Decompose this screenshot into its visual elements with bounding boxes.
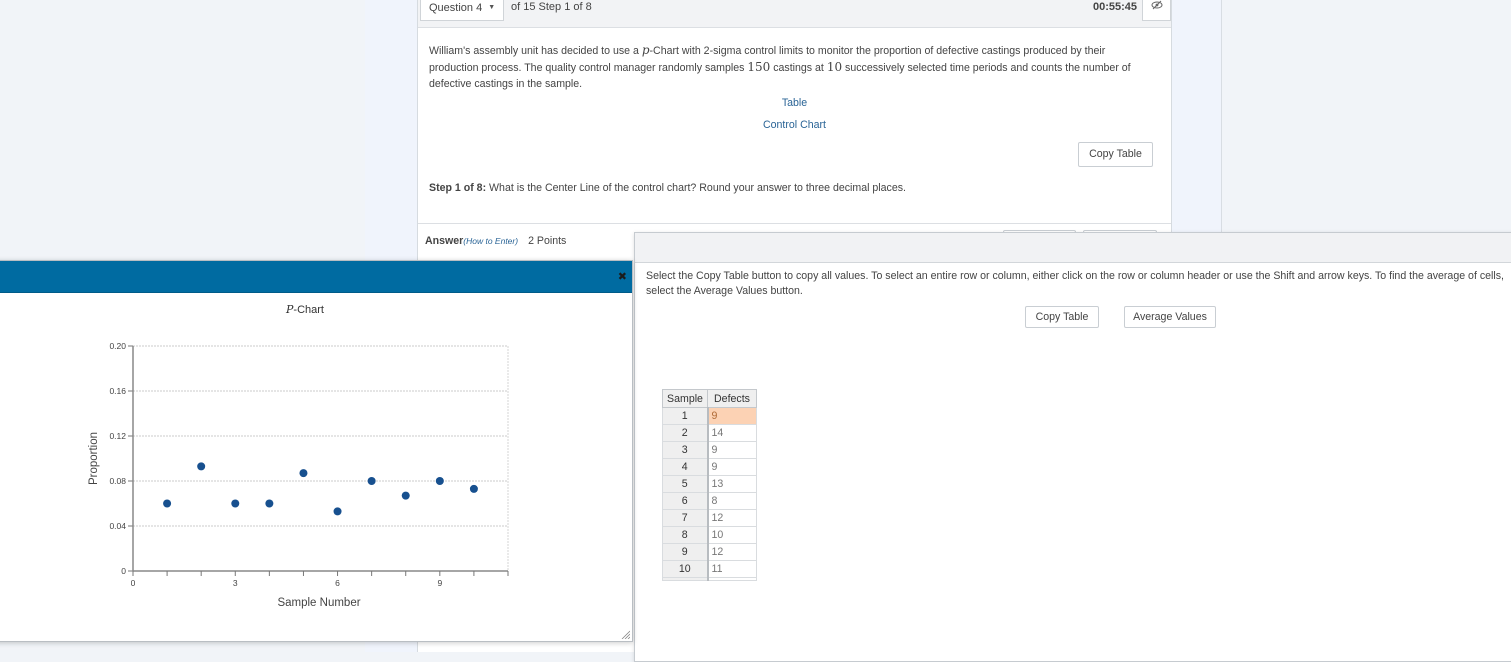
step-label: Step 1 of 8:: [429, 182, 487, 194]
x-tick-label: 9: [437, 578, 442, 588]
answer-label: Answer: [425, 235, 464, 247]
chart-title: P-Chart: [285, 303, 324, 316]
defects-cell[interactable]: 8: [707, 492, 757, 510]
x-tick-label: 0: [131, 578, 136, 588]
sample-size: 150: [747, 60, 771, 74]
periods-count: 10: [826, 60, 843, 74]
question-text-part: William's assembly unit has decided to u…: [429, 45, 642, 57]
y-axis-label: Proportion: [88, 432, 100, 485]
filler-cell: [707, 577, 757, 581]
table-row: 49: [662, 458, 757, 476]
row-header[interactable]: 2: [662, 424, 709, 442]
table-instructions: Select the Copy Table button to copy all…: [646, 270, 1504, 297]
table-row: 8 10: [662, 526, 757, 544]
row-header[interactable]: 4: [662, 458, 709, 476]
row-header[interactable]: 7: [662, 509, 709, 527]
question-select[interactable]: Question 4 ▼: [420, 0, 505, 21]
defects-cell[interactable]: 13: [707, 475, 757, 493]
control-chart-link[interactable]: Control Chart: [418, 119, 1171, 131]
data-point: [333, 507, 342, 516]
eye-slash-icon[interactable]: [1142, 0, 1171, 21]
average-values-button[interactable]: Average Values: [1124, 306, 1216, 328]
question-text-part: castings at: [770, 62, 827, 74]
row-header[interactable]: 8: [662, 526, 709, 544]
caret-down-icon: ▼: [488, 4, 496, 12]
table-link[interactable]: Table: [418, 97, 1171, 109]
defects-cell[interactable]: 10: [707, 526, 757, 544]
question-header: Question 4 ▼ of 15 Step 1 of 8 00:55:45: [418, 0, 1171, 28]
control-chart-dialog: ✖ P-Chart 0 0.04 0.08 0.12 0.16 0.20 0 3 6 9 Sample…: [0, 260, 633, 642]
timer: 00:55:45: [1092, 1, 1137, 13]
table-header-row: Sample Defects: [662, 389, 757, 408]
data-point: [435, 477, 444, 485]
table-row: 5 13: [662, 475, 757, 493]
table-row: 39: [662, 441, 757, 459]
p-chart: P-Chart 0 0.04 0.08 0.12 0.16 0.20 0 3 6 9 Sample N…: [88, 303, 509, 609]
data-point: [367, 477, 376, 485]
x-axis-label: Sample Number: [277, 597, 360, 609]
copy-table-button[interactable]: Copy Table: [1078, 142, 1153, 167]
divider: [418, 223, 1171, 224]
answer-header: Answer(How to Enter) 2 Points: [425, 235, 566, 247]
defects-cell[interactable]: 9: [707, 458, 757, 476]
defects-cell[interactable]: 12: [707, 543, 757, 561]
defects-cell[interactable]: 14: [707, 424, 757, 442]
table-row: 9 12: [662, 543, 757, 561]
step-text: What is the Center Line of the control c…: [486, 182, 906, 194]
data-point: [401, 491, 410, 500]
row-header[interactable]: 1: [662, 407, 709, 425]
resize-grip-icon[interactable]: [620, 629, 630, 639]
points-label: 2 Points: [528, 235, 567, 247]
table-row: 10 11: [662, 560, 757, 578]
question-select-label: Question 4: [429, 2, 483, 14]
step-prompt: Step 1 of 8: What is the Center Line of …: [429, 182, 906, 194]
defects-cell[interactable]: 11: [707, 560, 757, 578]
table-dialog: Select the Copy Table button to copy all…: [634, 232, 1511, 662]
data-point: [299, 469, 308, 478]
row-header[interactable]: 10: [662, 560, 709, 578]
copy-table-button[interactable]: Copy Table: [1025, 306, 1099, 328]
filler-cell: [662, 577, 709, 581]
row-header[interactable]: 5: [662, 475, 709, 493]
data-point: [197, 462, 206, 471]
x-tick-label: 6: [335, 578, 340, 588]
chart-title-rest: -Chart: [293, 304, 324, 316]
table-dialog-titlebar[interactable]: [635, 233, 1511, 263]
table-row: 2 14: [662, 424, 757, 442]
defects-cell[interactable]: 12: [707, 509, 757, 527]
table-filler-row: [662, 577, 757, 581]
column-header-sample[interactable]: Sample: [662, 389, 708, 408]
data-point: [469, 484, 478, 493]
defects-cell[interactable]: 9: [707, 407, 757, 425]
p-variable: p: [641, 43, 650, 57]
y-tick-label: 0.16: [109, 386, 126, 396]
row-header[interactable]: 6: [662, 492, 709, 510]
row-header[interactable]: 3: [662, 441, 709, 459]
x-tick-label: 3: [233, 578, 238, 588]
y-tick-label: 0.08: [109, 476, 126, 486]
y-tick-label: 0.20: [109, 341, 126, 351]
question-text: William's assembly unit has decided to u…: [429, 42, 1154, 92]
data-point: [265, 499, 274, 508]
column-header-defects[interactable]: Defects: [707, 389, 757, 408]
chart-dialog-titlebar[interactable]: [0, 261, 632, 293]
data-point: [163, 499, 172, 508]
y-tick-label: 0.12: [109, 431, 126, 441]
table-row: 7 12: [662, 509, 757, 527]
y-tick-label: 0.04: [109, 521, 126, 531]
y-tick-label: 0: [121, 566, 126, 576]
data-point: [231, 499, 240, 508]
defects-cell[interactable]: 9: [707, 441, 757, 459]
question-progress: of 15 Step 1 of 8: [511, 1, 592, 13]
data-table: Sample Defects 1 9 2 14 3 9 4 9 5 13 6 8 7 12 8 10 9 12 10…: [662, 389, 757, 581]
how-to-enter-link[interactable]: (How to Enter): [463, 236, 518, 246]
row-header[interactable]: 9: [662, 543, 709, 561]
table-row: 68: [662, 492, 757, 510]
close-icon[interactable]: ✖: [618, 270, 627, 283]
table-row: 19: [662, 407, 757, 425]
